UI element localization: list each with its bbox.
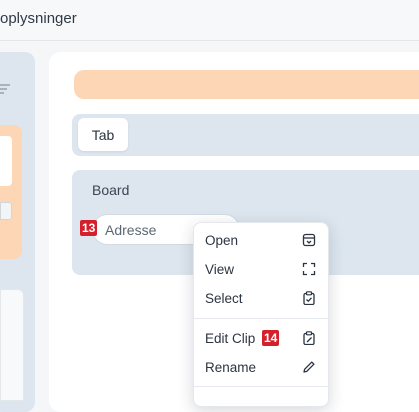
page-title: oplysninger: [0, 10, 77, 27]
top-bar: oplysninger: [0, 0, 419, 41]
sidebar-preview[interactable]: [0, 289, 24, 401]
notification-banner: [74, 70, 419, 99]
element-badge: 14: [262, 330, 280, 346]
clipboard-check-icon: [303, 291, 315, 305]
sidebar-control[interactable]: [0, 202, 12, 220]
menu-divider: [193, 318, 329, 319]
menu-item-view[interactable]: View: [205, 262, 234, 277]
clipboard-edit-icon: [303, 331, 315, 345]
tab-item[interactable]: Tab: [78, 118, 128, 151]
element-badge: 13: [80, 220, 98, 236]
sidebar-card[interactable]: [0, 136, 12, 186]
address-field-label: Adresse: [105, 222, 157, 238]
open-box-icon: [302, 233, 316, 247]
expand-icon: [302, 262, 316, 276]
filter-icon[interactable]: [0, 80, 18, 98]
menu-item-rename[interactable]: Rename: [205, 360, 256, 375]
menu-item-open[interactable]: Open: [205, 233, 238, 248]
context-menu: [193, 222, 329, 407]
board-title: Board: [92, 182, 130, 198]
menu-item-edit-clip[interactable]: Edit Clip: [205, 331, 255, 346]
menu-item-select[interactable]: Select: [205, 291, 243, 306]
menu-divider: [193, 386, 329, 387]
pencil-icon: [303, 361, 315, 373]
